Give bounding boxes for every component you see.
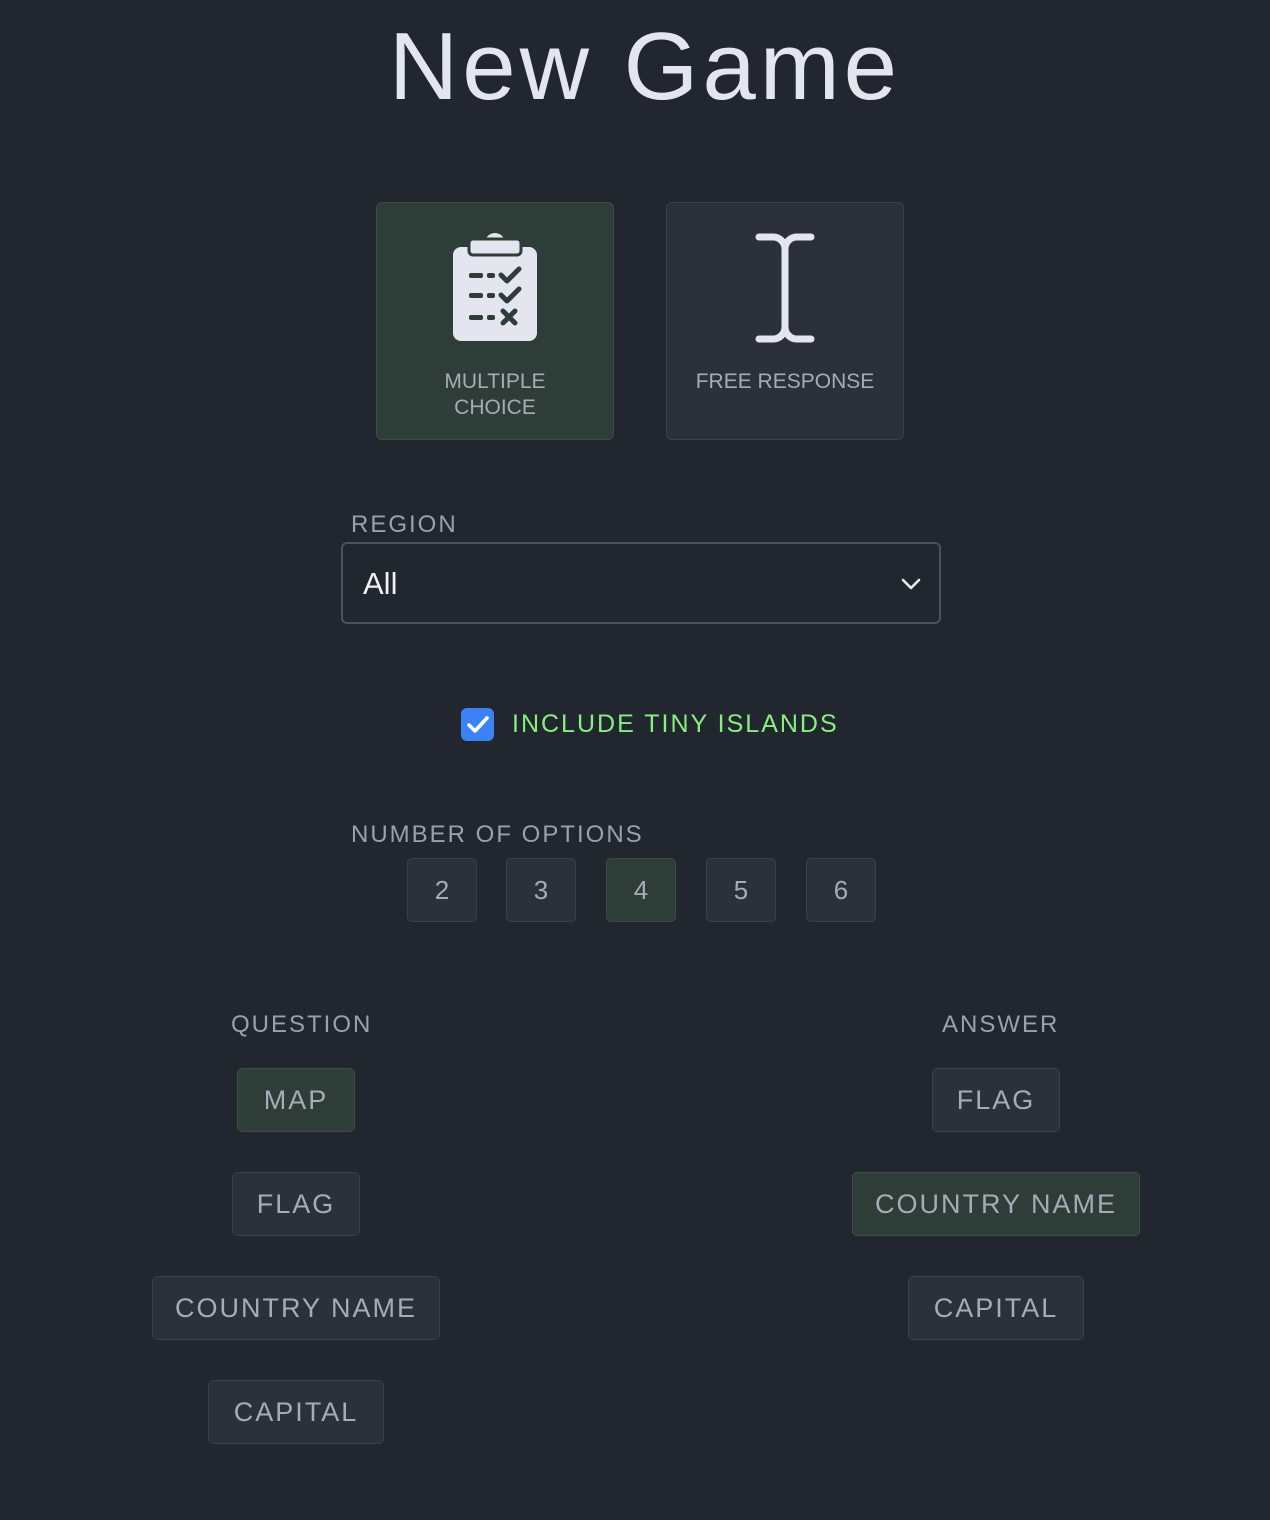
answer-country-name-button[interactable]: COUNTRY NAME (852, 1172, 1140, 1236)
number-of-options-label: NUMBER OF OPTIONS (351, 821, 644, 848)
option-count-5-button[interactable]: 5 (706, 858, 776, 922)
region-label: REGION (351, 511, 458, 538)
option-count-4-button[interactable]: 4 (606, 858, 676, 922)
clipboard-checklist-icon (377, 233, 613, 343)
question-map-button[interactable]: MAP (237, 1068, 355, 1132)
option-count-3-button[interactable]: 3 (506, 858, 576, 922)
region-value: All (363, 566, 398, 601)
question-flag-button[interactable]: FLAG (232, 1172, 360, 1236)
answer-flag-button[interactable]: FLAG (932, 1068, 1060, 1132)
mode-label: FREE RESPONSE (695, 370, 875, 393)
question-capital-button[interactable]: CAPITAL (208, 1380, 384, 1444)
page-title: New Game (388, 13, 902, 120)
region-select[interactable]: All (341, 542, 941, 624)
check-icon (467, 716, 489, 733)
option-count-6-button[interactable]: 6 (806, 858, 876, 922)
question-country-name-button[interactable]: COUNTRY NAME (152, 1276, 440, 1340)
chevron-down-icon (899, 572, 923, 596)
text-cursor-icon (667, 233, 903, 343)
answer-capital-button[interactable]: CAPITAL (908, 1276, 1084, 1340)
answer-label: ANSWER (942, 1011, 1060, 1038)
mode-label-line1: MULTIPLE (444, 370, 546, 393)
include-tiny-islands-checkbox[interactable] (461, 708, 494, 741)
question-label: QUESTION (231, 1011, 373, 1038)
include-tiny-islands-label[interactable]: INCLUDE TINY ISLANDS (512, 708, 839, 741)
mode-multiple-choice-button[interactable]: MULTIPLE CHOICE (376, 202, 614, 440)
mode-free-response-button[interactable]: FREE RESPONSE (666, 202, 904, 440)
new-game-screen: New Game MULTIPLE CHOICE FREE RESPONSE R… (0, 0, 1270, 1520)
mode-label-line2: CHOICE (454, 396, 536, 419)
option-count-2-button[interactable]: 2 (407, 858, 477, 922)
